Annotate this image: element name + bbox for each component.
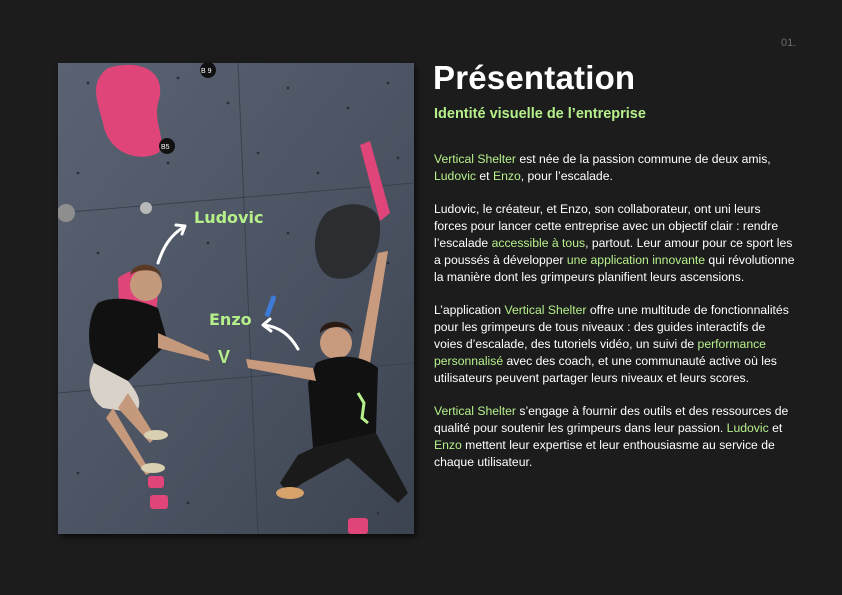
highlighted-text: une application innovante [566, 253, 706, 267]
hold-tag-b5: B5 [161, 144, 170, 151]
fistbump-v-mark: V [218, 347, 230, 367]
highlighted-text: Enzo [492, 169, 521, 183]
highlighted-text: Vertical Shelter [504, 303, 587, 317]
label-enzo: Enzo [209, 310, 252, 329]
grey-hold [140, 202, 152, 214]
body-text: est née de la passion commune de deux am… [515, 152, 771, 166]
page-number: 01. [781, 37, 797, 49]
pink-hold-small [348, 518, 368, 534]
presentation-text: Vertical Shelter est née de la passion c… [434, 151, 796, 487]
highlighted-text: Ludovic [434, 169, 477, 183]
pink-hold-small [148, 476, 164, 488]
body-text: , pour l’escalade. [520, 169, 613, 183]
highlighted-text: accessible à tous [491, 236, 586, 250]
body-text: mettent leur expertise et leur enthousia… [434, 438, 775, 469]
page-title: Présentation [433, 59, 636, 96]
paragraph: Vertical Shelter est née de la passion c… [434, 151, 796, 185]
climbing-photo-illustration: B 9 B5 V Ludovic Enzo [58, 63, 414, 534]
highlighted-text: Vertical Shelter [434, 152, 516, 166]
climbing-photo: B 9 B5 V Ludovic Enzo [58, 63, 414, 534]
highlighted-text: Vertical Shelter [434, 404, 516, 418]
body-text: L’application [434, 303, 505, 317]
pink-hold-small [150, 495, 168, 509]
hold-tag-b9: B 9 [201, 68, 212, 75]
paragraph: Vertical Shelter s’engage à fournir des … [434, 403, 796, 471]
body-text: et [476, 169, 493, 183]
paragraph: L’application Vertical Shelter offre une… [434, 302, 796, 387]
page-subtitle: Identité visuelle de l’entreprise [434, 106, 646, 122]
paragraph: Ludovic, le créateur, et Enzo, son colla… [434, 201, 796, 286]
highlighted-text: Ludovic [726, 421, 769, 435]
body-text: et [768, 421, 783, 435]
highlighted-text: Enzo [434, 438, 462, 452]
label-ludovic: Ludovic [194, 208, 263, 227]
